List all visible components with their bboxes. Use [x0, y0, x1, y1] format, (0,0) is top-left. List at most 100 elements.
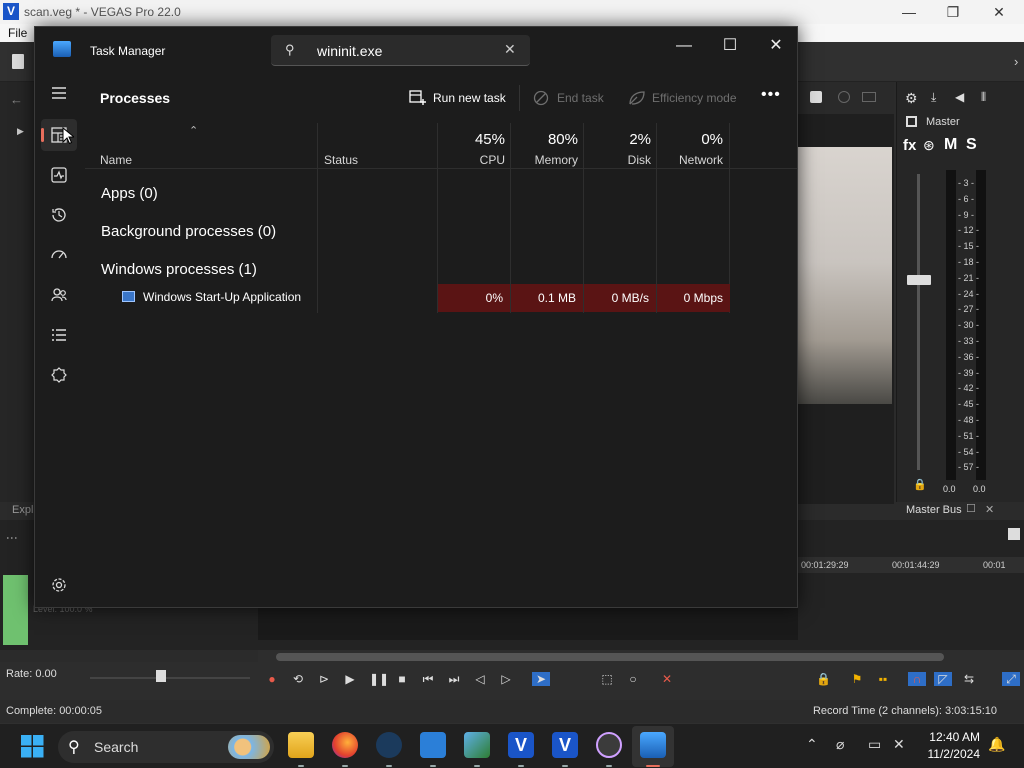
- nav-app-history[interactable]: [41, 199, 77, 231]
- selection-tool-icon[interactable]: ⬚: [600, 672, 614, 686]
- previous-frame-button[interactable]: ◁: [473, 672, 487, 686]
- display-icon[interactable]: ▭: [868, 736, 881, 753]
- tm-close-button[interactable]: ✕: [753, 31, 799, 61]
- play-from-start-button[interactable]: ⊳: [317, 672, 331, 686]
- column-cpu[interactable]: CPU: [480, 153, 505, 167]
- explorer-tab[interactable]: Expl: [0, 502, 34, 520]
- vegas-minimize-button[interactable]: —: [886, 2, 932, 22]
- ripple-edit-icon[interactable]: ⇆: [962, 672, 976, 686]
- hamburger-menu-icon[interactable]: [41, 77, 77, 109]
- normal-edit-tool-icon[interactable]: ➤: [532, 672, 550, 686]
- notification-bell-icon[interactable]: 🔔: [988, 736, 1005, 753]
- nav-startup-apps[interactable]: [41, 239, 77, 271]
- column-memory[interactable]: Memory: [535, 153, 578, 167]
- next-frame-button[interactable]: ▷: [499, 672, 513, 686]
- restore-icon[interactable]: ☐: [966, 502, 976, 515]
- master-fx-button[interactable]: fx: [903, 137, 916, 154]
- group-windows-processes[interactable]: Windows processes (1): [101, 261, 257, 278]
- master-automation-icon[interactable]: ⊛: [923, 137, 935, 154]
- nav-settings[interactable]: [41, 569, 77, 601]
- vegas-restore-button[interactable]: ❐: [930, 2, 976, 22]
- go-to-start-button[interactable]: ⏮: [421, 672, 435, 686]
- timeline-menu-icon[interactable]: [1008, 528, 1020, 540]
- rate-slider-handle[interactable]: [156, 670, 166, 682]
- task-manager-titlebar[interactable]: Task Manager ⚲ ✕ — ☐ ✕: [35, 27, 797, 73]
- scrollbar-thumb[interactable]: [276, 653, 944, 661]
- more-options-icon[interactable]: •••: [761, 86, 781, 104]
- stop-button[interactable]: ■: [395, 672, 409, 686]
- steam-icon[interactable]: [376, 732, 402, 758]
- sort-arrow-icon[interactable]: ⌃: [189, 124, 198, 137]
- task-manager-taskbar-icon[interactable]: [640, 732, 666, 758]
- rate-slider[interactable]: [90, 677, 250, 679]
- windows-start-icon[interactable]: [21, 735, 44, 758]
- group-apps[interactable]: Apps (0): [101, 185, 158, 202]
- vegas-pro-icon-2[interactable]: V: [552, 732, 578, 758]
- drag-handle-icon[interactable]: ⋮: [5, 532, 19, 544]
- close-icon[interactable]: ✕: [985, 503, 994, 516]
- record-button[interactable]: ●: [265, 672, 279, 686]
- master-solo-button[interactable]: S: [966, 136, 977, 154]
- nav-services[interactable]: [41, 359, 77, 391]
- loop-button[interactable]: ⟲: [291, 672, 305, 686]
- blender-icon[interactable]: [420, 732, 446, 758]
- track-thumbnail[interactable]: [3, 575, 28, 645]
- delete-icon[interactable]: ✕: [660, 672, 674, 686]
- search-box[interactable]: ⚲ ✕: [271, 35, 530, 66]
- show-hidden-icons-icon[interactable]: ⌃: [806, 736, 818, 753]
- auto-crossfade-icon[interactable]: ◸: [934, 672, 952, 686]
- new-file-icon[interactable]: [12, 54, 24, 69]
- taskbar-search[interactable]: ⚲ Search: [58, 731, 274, 763]
- search-input[interactable]: [317, 41, 497, 61]
- vegas-pro-icon[interactable]: V: [508, 732, 534, 758]
- file-explorer-icon[interactable]: [288, 732, 314, 758]
- table-row[interactable]: Windows Start-Up Application 0% 0.1 MB 0…: [85, 284, 797, 312]
- fit-view-icon[interactable]: ⤢: [1002, 672, 1020, 686]
- mixer-props-icon[interactable]: ⫴: [981, 90, 986, 105]
- settings-gear-icon[interactable]: ⚙: [905, 90, 918, 107]
- marker-icon[interactable]: ⚑: [850, 672, 864, 686]
- media-player-icon[interactable]: [596, 732, 622, 758]
- lock-envelope-icon[interactable]: 🔒: [816, 672, 831, 686]
- column-status[interactable]: Status: [324, 153, 358, 167]
- efficiency-mode-button[interactable]: Efficiency mode: [628, 88, 748, 108]
- menu-file[interactable]: File: [8, 26, 27, 40]
- master-bus-tab[interactable]: Master Bus ☐ ✕: [896, 502, 1024, 520]
- firefox-icon[interactable]: [332, 732, 358, 758]
- lock-icon[interactable]: 🔒: [913, 478, 927, 491]
- column-name[interactable]: Name: [100, 153, 132, 167]
- track-lane[interactable]: [258, 606, 798, 640]
- overlay-icon[interactable]: [838, 91, 850, 103]
- run-new-task-button[interactable]: Run new task: [409, 88, 509, 108]
- expand-arrow-icon[interactable]: ▶: [17, 126, 24, 137]
- zoom-tool-icon[interactable]: ○: [626, 672, 640, 686]
- vegas-close-button[interactable]: ✕: [976, 2, 1022, 22]
- nav-details[interactable]: [41, 319, 77, 351]
- master-mute-button[interactable]: M: [944, 136, 957, 154]
- snapping-icon[interactable]: ∩: [908, 672, 926, 686]
- tm-minimize-button[interactable]: —: [661, 31, 707, 61]
- back-arrow-icon[interactable]: ←: [10, 92, 23, 107]
- app-icon[interactable]: [464, 732, 490, 758]
- play-button[interactable]: ▶: [343, 672, 357, 686]
- network-icon[interactable]: ⌀: [836, 736, 844, 753]
- volume-muted-icon[interactable]: ✕: [893, 736, 905, 753]
- nav-users[interactable]: [41, 279, 77, 311]
- region-icon[interactable]: ▪▪: [876, 672, 890, 686]
- column-network[interactable]: Network: [679, 153, 723, 167]
- clear-search-icon[interactable]: ✕: [504, 41, 516, 58]
- toolbar-more-icon[interactable]: ›: [1014, 54, 1018, 69]
- insert-bus-icon[interactable]: ⤓: [931, 90, 936, 105]
- column-disk[interactable]: Disk: [628, 153, 651, 167]
- go-to-end-button[interactable]: ⏭: [447, 672, 461, 686]
- grid-icon[interactable]: [862, 92, 876, 102]
- clock-date[interactable]: 11/2/2024: [928, 747, 981, 761]
- save-snapshot-icon[interactable]: [810, 91, 822, 103]
- pause-button[interactable]: ❚❚: [369, 672, 389, 686]
- nav-performance[interactable]: [41, 159, 77, 191]
- master-fader-handle[interactable]: [907, 275, 931, 285]
- clock-time[interactable]: 12:40 AM: [929, 730, 980, 744]
- group-background-processes[interactable]: Background processes (0): [101, 223, 276, 240]
- end-task-button[interactable]: End task: [533, 88, 613, 108]
- tm-maximize-button[interactable]: ☐: [707, 31, 753, 61]
